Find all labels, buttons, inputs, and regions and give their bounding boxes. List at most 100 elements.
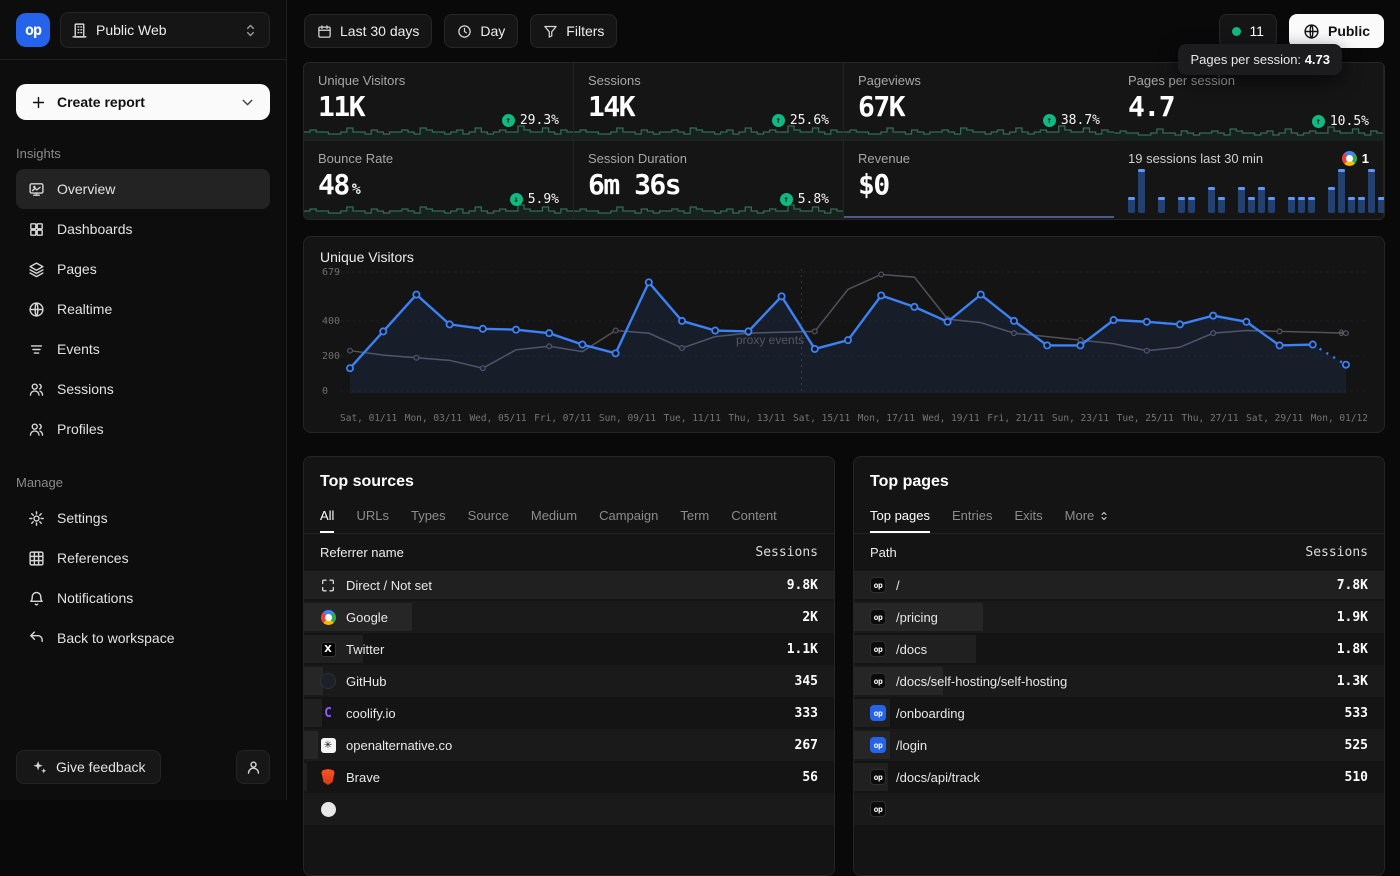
updown-icon [1098,510,1110,522]
tab[interactable]: Exits [1014,499,1042,533]
stat-card[interactable]: Revenue $0 [844,141,1114,219]
tab[interactable]: More [1065,499,1111,533]
tab[interactable]: All [320,499,334,533]
tab[interactable]: Types [411,499,446,533]
page-path: /onboarding [896,706,965,721]
trend-percent: 25.6% [790,113,829,128]
topbar-filter-button[interactable]: Last 30 days [304,14,432,48]
project-row: op Public Web [0,0,286,59]
trend-percent: 29.3% [520,113,559,128]
page-row[interactable]: op /onboarding 533 [854,697,1384,729]
x-axis-tick: Tue, 25/11 [1117,413,1174,424]
sidebar-item-label: Events [57,341,100,357]
sidebar-item[interactable]: Dashboards [16,209,270,249]
trend-badge: ↑ 25.6% [772,113,829,128]
stat-label: Pages per session [1128,73,1369,88]
tab[interactable]: Entries [952,499,992,533]
op-black-icon: op [870,641,886,657]
column-header-sessions: Sessions [755,545,818,560]
chevron-down-icon [239,94,256,111]
sidebar-item[interactable]: Back to workspace [16,618,270,658]
topbar-filter-button[interactable]: Filters [530,14,617,48]
trend-badge: ↓ 5.9% [510,192,559,207]
source-row[interactable]: Direct / Not set 9.8K [304,569,834,601]
live-visitors-button[interactable]: 11 [1219,14,1277,48]
page-row[interactable]: op /docs/self-hosting/self-hosting 1.3K [854,665,1384,697]
source-row[interactable]: Google 2K [304,601,834,633]
y-axis-tick: 200 [322,351,340,362]
source-row[interactable]: X Twitter 1.1K [304,633,834,665]
stat-card[interactable]: Sessions 14K ↑ 25.6% [574,63,844,141]
page-row[interactable]: op [854,793,1384,825]
live-session-bar [1268,197,1275,213]
give-feedback-button[interactable]: Give feedback [16,750,161,784]
source-row[interactable]: ✳ openalternative.co 267 [304,729,834,761]
x-axis-tick: Mon, 03/11 [405,413,462,424]
sidebar-footer: Give feedback [16,750,270,784]
tab[interactable]: URLs [356,499,389,533]
tab[interactable]: Campaign [599,499,658,533]
proxy-events-annotation: proxy events [736,333,804,347]
stat-label: Unique Visitors [318,73,559,88]
unique-visitors-chart-card[interactable]: Unique Visitors 0200400679 proxy events … [303,236,1385,433]
source-row[interactable] [304,793,834,825]
project-selector[interactable]: Public Web [60,12,270,48]
x-axis-tick: Wed, 05/11 [469,413,526,424]
stat-card[interactable]: Session Duration 6m 36s ↑ 5.8% [574,141,844,219]
user-icon [245,759,262,776]
x-axis-tick: Fri, 07/11 [534,413,591,424]
live-dot-icon [1232,27,1241,36]
page-path: /docs [896,642,927,657]
stat-label: Revenue [858,151,1100,166]
stat-label: Sessions [588,73,829,88]
source-row[interactable]: C coolify.io 333 [304,697,834,729]
twitter-icon: X [320,641,336,657]
value-bar [854,571,1384,599]
page-row[interactable]: op /docs 1.8K [854,633,1384,665]
create-report-button[interactable]: Create report [16,84,270,120]
sidebar-item[interactable]: Profiles [16,409,270,449]
public-share-button[interactable]: Public [1289,14,1384,48]
tab[interactable]: Source [468,499,509,533]
page-row[interactable]: op /pricing 1.9K [854,601,1384,633]
source-sessions: 2K [802,610,818,625]
user-menu-button[interactable] [236,750,270,784]
tab[interactable]: Top pages [870,499,930,533]
section-label-insights: Insights [16,146,270,161]
stat-card[interactable]: Pageviews 67K ↑ 38.7% [844,63,1114,141]
page-sessions: 525 [1345,738,1368,753]
tab[interactable]: Content [731,499,777,533]
sidebar-item[interactable]: References [16,538,270,578]
tab[interactable]: Medium [531,499,577,533]
y-axis-tick: 400 [322,316,340,327]
live-session-bar [1328,187,1335,213]
page-row[interactable]: op / 7.8K [854,569,1384,601]
divider [0,59,286,60]
page-row[interactable]: op /login 525 [854,729,1384,761]
topbar-filter-button[interactable]: Day [444,14,518,48]
tab[interactable]: Term [680,499,709,533]
trend-arrow-icon: ↓ [510,193,523,206]
live-source-count: 1 [1362,151,1369,166]
live-sessions-card[interactable]: 19 sessions last 30 min 1 [1114,141,1384,219]
sidebar-item[interactable]: Notifications [16,578,270,618]
sidebar: op Public Web Create report Insights Ove… [0,0,287,800]
sidebar-item[interactable]: Events [16,329,270,369]
source-row[interactable]: Brave 56 [304,761,834,793]
sidebar-item[interactable]: Realtime [16,289,270,329]
live-session-bar [1368,169,1375,213]
stat-card[interactable]: Unique Visitors 11K ↑ 29.3% [304,63,574,141]
op-black-icon: op [870,801,886,817]
op-black-icon: op [870,673,886,689]
main-chart[interactable] [340,267,1368,399]
source-row[interactable]: GitHub 345 [304,665,834,697]
trend-arrow-icon: ↑ [1312,115,1325,128]
x-axis-tick: Wed, 19/11 [922,413,979,424]
sidebar-item[interactable]: Settings [16,498,270,538]
stat-card[interactable]: Bounce Rate 48% ↓ 5.9% [304,141,574,219]
events-icon [28,341,45,358]
sidebar-item[interactable]: Sessions [16,369,270,409]
sidebar-item[interactable]: Overview [16,169,270,209]
page-row[interactable]: op /docs/api/track 510 [854,761,1384,793]
sidebar-item[interactable]: Pages [16,249,270,289]
